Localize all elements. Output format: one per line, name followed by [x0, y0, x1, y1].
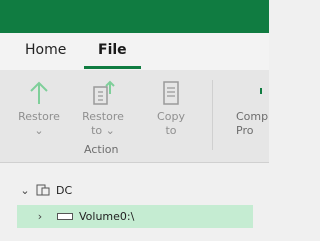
arrow-up-icon: [30, 81, 48, 104]
computer-icon: [36, 184, 50, 196]
tree-node-dc[interactable]: ⌄ DC: [20, 181, 72, 199]
restore-button[interactable]: Restore ⌄: [12, 80, 66, 138]
document-arrow-up-icon: [93, 80, 115, 105]
compare-icon: [260, 88, 262, 94]
drive-icon: [57, 213, 73, 220]
app-window: Home File Restore ⌄ Restore to ⌄ Copy to: [0, 0, 269, 241]
copy-to-label-2: to: [165, 124, 177, 137]
ribbon-group-label: Action: [84, 143, 119, 156]
active-tab-indicator: [84, 66, 141, 69]
document-icon: [163, 81, 179, 105]
chevron-down-icon[interactable]: ⌄: [20, 184, 30, 197]
tree-node-dc-label: DC: [56, 183, 73, 197]
tab-file[interactable]: File: [98, 38, 127, 62]
compare-button[interactable]: Comp Pro: [236, 80, 269, 138]
compare-label-1: Comp: [236, 110, 269, 123]
compare-label-2: Pro: [236, 124, 254, 137]
restore-chevron-icon: ⌄: [34, 124, 44, 137]
restore-to-chevron-icon: ⌄: [105, 124, 115, 137]
chevron-right-icon[interactable]: ›: [35, 210, 45, 223]
copy-to-button[interactable]: Copy to: [145, 80, 197, 138]
restore-to-label-2-row: to ⌄: [78, 124, 128, 138]
ribbon-group-separator: [212, 80, 213, 150]
tree-panel: [0, 163, 269, 241]
restore-to-label-2: to: [91, 124, 103, 137]
restore-to-button[interactable]: Restore to ⌄: [78, 80, 128, 138]
tab-home[interactable]: Home: [25, 38, 66, 62]
restore-label: Restore: [18, 110, 60, 123]
title-bar: [0, 0, 269, 33]
tree-node-volume-label: Volume0:\: [79, 210, 135, 223]
copy-to-label-1: Copy: [157, 110, 185, 123]
tree-node-volume[interactable]: › Volume0:\: [17, 205, 253, 228]
restore-to-label-1: Restore: [82, 110, 124, 123]
